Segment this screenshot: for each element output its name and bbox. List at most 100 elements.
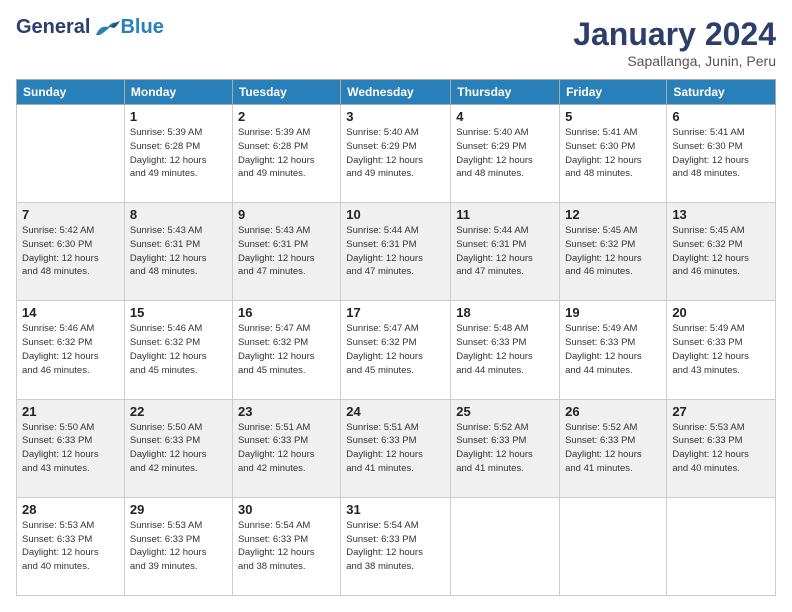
calendar-cell: 30 Sunrise: 5:54 AMSunset: 6:33 PMDayligh… <box>232 497 340 595</box>
day-number: 2 <box>238 109 335 124</box>
page: General Blue January 2024 Sapallanga, Ju… <box>0 0 792 612</box>
calendar-cell: 9 Sunrise: 5:43 AMSunset: 6:31 PMDaylight… <box>232 203 340 301</box>
calendar-cell: 23 Sunrise: 5:51 AMSunset: 6:33 PMDayligh… <box>232 399 340 497</box>
weekday-header-monday: Monday <box>124 80 232 105</box>
day-number: 30 <box>238 502 335 517</box>
day-number: 6 <box>672 109 770 124</box>
day-info: Sunrise: 5:54 AMSunset: 6:33 PMDaylight:… <box>346 519 445 574</box>
day-number: 4 <box>456 109 554 124</box>
day-info: Sunrise: 5:44 AMSunset: 6:31 PMDaylight:… <box>456 224 554 279</box>
calendar-cell <box>451 497 560 595</box>
day-info: Sunrise: 5:41 AMSunset: 6:30 PMDaylight:… <box>565 126 661 181</box>
logo-bird-icon <box>92 17 120 39</box>
weekday-header-wednesday: Wednesday <box>341 80 451 105</box>
calendar-cell: 25Sunrise: 5:52 AMSunset: 6:33 PMDayligh… <box>451 399 560 497</box>
day-number: 14 <box>22 305 119 320</box>
calendar-cell: 29 Sunrise: 5:53 AMSunset: 6:33 PMDayligh… <box>124 497 232 595</box>
calendar-table: SundayMondayTuesdayWednesdayThursdayFrid… <box>16 79 776 596</box>
day-info: Sunrise: 5:51 AMSunset: 6:33 PMDaylight:… <box>346 421 445 476</box>
day-info: Sunrise: 5:49 AMSunset: 6:33 PMDaylight:… <box>565 322 661 377</box>
day-info: Sunrise: 5:47 AMSunset: 6:32 PMDaylight:… <box>346 322 445 377</box>
calendar-cell: 8 Sunrise: 5:43 AMSunset: 6:31 PMDaylight… <box>124 203 232 301</box>
day-number: 21 <box>22 404 119 419</box>
day-info: Sunrise: 5:53 AMSunset: 6:33 PMDaylight:… <box>672 421 770 476</box>
calendar-week-row: 28 Sunrise: 5:53 AMSunset: 6:33 PMDayligh… <box>17 497 776 595</box>
day-number: 10 <box>346 207 445 222</box>
calendar-week-row: 21 Sunrise: 5:50 AMSunset: 6:33 PMDayligh… <box>17 399 776 497</box>
day-number: 15 <box>130 305 227 320</box>
weekday-header-tuesday: Tuesday <box>232 80 340 105</box>
day-info: Sunrise: 5:52 AMSunset: 6:33 PMDaylight:… <box>456 421 554 476</box>
calendar-cell <box>17 105 125 203</box>
day-number: 13 <box>672 207 770 222</box>
logo: General Blue <box>16 16 164 39</box>
calendar-cell <box>667 497 776 595</box>
day-number: 18 <box>456 305 554 320</box>
calendar-cell: 4Sunrise: 5:40 AMSunset: 6:29 PMDaylight… <box>451 105 560 203</box>
calendar-cell: 3 Sunrise: 5:40 AMSunset: 6:29 PMDaylight… <box>341 105 451 203</box>
day-number: 23 <box>238 404 335 419</box>
calendar-header-row: SundayMondayTuesdayWednesdayThursdayFrid… <box>17 80 776 105</box>
day-number: 31 <box>346 502 445 517</box>
day-number: 17 <box>346 305 445 320</box>
weekday-header-sunday: Sunday <box>17 80 125 105</box>
day-info: Sunrise: 5:46 AMSunset: 6:32 PMDaylight:… <box>22 322 119 377</box>
month-title: January 2024 <box>573 16 776 53</box>
weekday-header-friday: Friday <box>560 80 667 105</box>
day-number: 29 <box>130 502 227 517</box>
logo-general: General <box>16 16 90 39</box>
calendar-cell: 5Sunrise: 5:41 AMSunset: 6:30 PMDaylight… <box>560 105 667 203</box>
calendar-cell: 21 Sunrise: 5:50 AMSunset: 6:33 PMDayligh… <box>17 399 125 497</box>
day-info: Sunrise: 5:41 AMSunset: 6:30 PMDaylight:… <box>672 126 770 181</box>
day-info: Sunrise: 5:53 AMSunset: 6:33 PMDaylight:… <box>22 519 119 574</box>
calendar-cell: 10Sunrise: 5:44 AMSunset: 6:31 PMDayligh… <box>341 203 451 301</box>
day-info: Sunrise: 5:45 AMSunset: 6:32 PMDaylight:… <box>672 224 770 279</box>
day-info: Sunrise: 5:47 AMSunset: 6:32 PMDaylight:… <box>238 322 335 377</box>
day-number: 27 <box>672 404 770 419</box>
logo-text: General Blue <box>16 16 164 39</box>
calendar-cell: 13 Sunrise: 5:45 AMSunset: 6:32 PMDayligh… <box>667 203 776 301</box>
day-info: Sunrise: 5:39 AMSunset: 6:28 PMDaylight:… <box>238 126 335 181</box>
day-info: Sunrise: 5:42 AMSunset: 6:30 PMDaylight:… <box>22 224 119 279</box>
day-info: Sunrise: 5:54 AMSunset: 6:33 PMDaylight:… <box>238 519 335 574</box>
day-number: 3 <box>346 109 445 124</box>
calendar-cell: 31 Sunrise: 5:54 AMSunset: 6:33 PMDayligh… <box>341 497 451 595</box>
calendar-cell: 2 Sunrise: 5:39 AMSunset: 6:28 PMDaylight… <box>232 105 340 203</box>
day-number: 16 <box>238 305 335 320</box>
day-number: 1 <box>130 109 227 124</box>
calendar-week-row: 7 Sunrise: 5:42 AMSunset: 6:30 PMDaylight… <box>17 203 776 301</box>
day-number: 20 <box>672 305 770 320</box>
day-info: Sunrise: 5:52 AMSunset: 6:33 PMDaylight:… <box>565 421 661 476</box>
day-info: Sunrise: 5:53 AMSunset: 6:33 PMDaylight:… <box>130 519 227 574</box>
day-info: Sunrise: 5:49 AMSunset: 6:33 PMDaylight:… <box>672 322 770 377</box>
day-number: 11 <box>456 207 554 222</box>
calendar-cell: 14 Sunrise: 5:46 AMSunset: 6:32 PMDayligh… <box>17 301 125 399</box>
calendar-cell: 24Sunrise: 5:51 AMSunset: 6:33 PMDayligh… <box>341 399 451 497</box>
day-number: 19 <box>565 305 661 320</box>
calendar-cell: 19 Sunrise: 5:49 AMSunset: 6:33 PMDayligh… <box>560 301 667 399</box>
calendar-cell: 7 Sunrise: 5:42 AMSunset: 6:30 PMDaylight… <box>17 203 125 301</box>
day-info: Sunrise: 5:50 AMSunset: 6:33 PMDaylight:… <box>22 421 119 476</box>
day-info: Sunrise: 5:51 AMSunset: 6:33 PMDaylight:… <box>238 421 335 476</box>
calendar-cell: 1Sunrise: 5:39 AMSunset: 6:28 PMDaylight… <box>124 105 232 203</box>
day-info: Sunrise: 5:43 AMSunset: 6:31 PMDaylight:… <box>130 224 227 279</box>
calendar-week-row: 1 Sunrise: 5:39 AMSunset: 6:28 PMDaylight… <box>17 105 776 203</box>
day-number: 7 <box>22 207 119 222</box>
calendar-cell: 20 Sunrise: 5:49 AMSunset: 6:33 PMDayligh… <box>667 301 776 399</box>
day-number: 8 <box>130 207 227 222</box>
day-number: 28 <box>22 502 119 517</box>
logo-blue: Blue <box>120 16 163 39</box>
calendar-cell: 15 Sunrise: 5:46 AMSunset: 6:32 PMDayligh… <box>124 301 232 399</box>
calendar-cell: 11 Sunrise: 5:44 AMSunset: 6:31 PMDayligh… <box>451 203 560 301</box>
header: General Blue January 2024 Sapallanga, Ju… <box>16 16 776 69</box>
calendar-cell: 16 Sunrise: 5:47 AMSunset: 6:32 PMDayligh… <box>232 301 340 399</box>
weekday-header-saturday: Saturday <box>667 80 776 105</box>
day-info: Sunrise: 5:43 AMSunset: 6:31 PMDaylight:… <box>238 224 335 279</box>
day-info: Sunrise: 5:40 AMSunset: 6:29 PMDaylight:… <box>346 126 445 181</box>
day-number: 9 <box>238 207 335 222</box>
calendar-cell: 26Sunrise: 5:52 AMSunset: 6:33 PMDayligh… <box>560 399 667 497</box>
day-info: Sunrise: 5:46 AMSunset: 6:32 PMDaylight:… <box>130 322 227 377</box>
calendar-cell: 12Sunrise: 5:45 AMSunset: 6:32 PMDayligh… <box>560 203 667 301</box>
calendar-cell: 18Sunrise: 5:48 AMSunset: 6:33 PMDayligh… <box>451 301 560 399</box>
title-section: January 2024 Sapallanga, Junin, Peru <box>573 16 776 69</box>
